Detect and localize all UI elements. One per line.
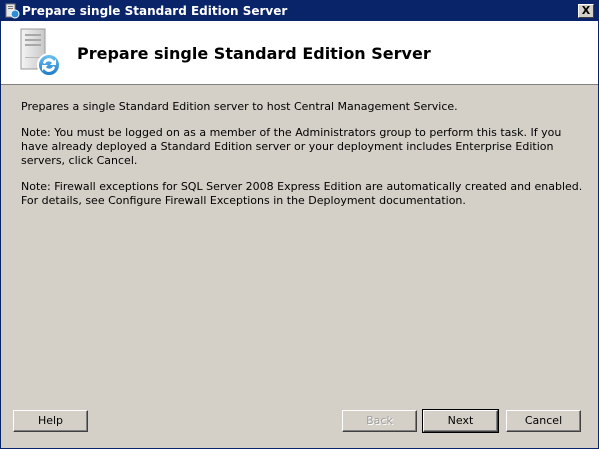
- wizard-description: Prepares a single Standard Edition serve…: [21, 100, 586, 220]
- back-button[interactable]: Back: [342, 410, 417, 432]
- next-button[interactable]: Next: [422, 409, 499, 433]
- cancel-button[interactable]: Cancel: [506, 410, 581, 432]
- window-title: Prepare single Standard Edition Server: [22, 4, 288, 18]
- close-button[interactable]: X: [578, 4, 594, 18]
- setup-wizard-window: Prepare single Standard Edition Server X: [0, 0, 599, 449]
- help-button[interactable]: Help: [13, 410, 88, 432]
- server-setup-icon: [17, 27, 65, 79]
- app-icon: [4, 3, 20, 19]
- firewall-note: Note: Firewall exceptions for SQL Server…: [21, 180, 583, 207]
- close-icon: X: [581, 4, 591, 17]
- title-bar[interactable]: Prepare single Standard Edition Server X: [1, 1, 598, 21]
- description-text: Prepares a single Standard Edition serve…: [21, 100, 458, 113]
- wizard-header: Prepare single Standard Edition Server: [1, 21, 598, 85]
- administrators-note: Note: You must be logged on as a member …: [21, 126, 562, 167]
- page-title: Prepare single Standard Edition Server: [77, 44, 431, 63]
